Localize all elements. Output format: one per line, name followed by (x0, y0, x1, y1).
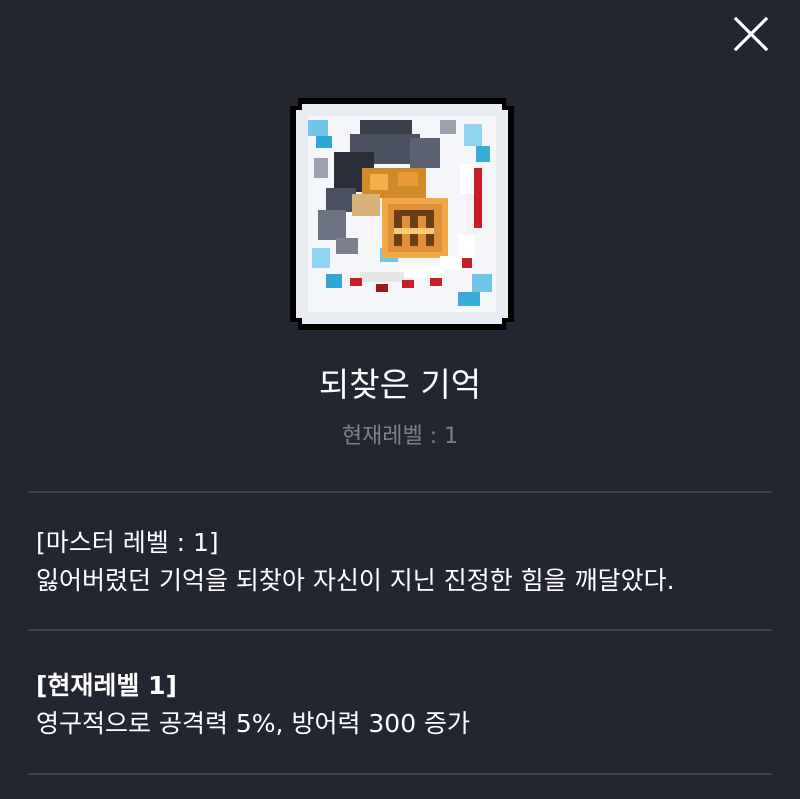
close-icon (733, 16, 769, 52)
pixel-art-skill-icon (290, 98, 514, 330)
current-level-effect: 영구적으로 공격력 5%, 방어력 300 증가 (36, 709, 471, 738)
current-level-title: [현재레벨 1] (36, 671, 177, 700)
skill-icon (290, 98, 514, 330)
divider (28, 629, 772, 631)
close-button[interactable] (733, 16, 769, 52)
divider (28, 491, 772, 493)
master-level-title: [마스터 레벨 : 1] (36, 528, 219, 557)
divider (28, 773, 772, 775)
skill-description: 잃어버렸던 기억을 되찾아 자신이 지닌 진정한 힘을 깨달았다. (36, 566, 675, 595)
skill-name: 되찾은 기억 (318, 365, 482, 404)
current-level-label: 현재레벨 : 1 (341, 424, 459, 449)
